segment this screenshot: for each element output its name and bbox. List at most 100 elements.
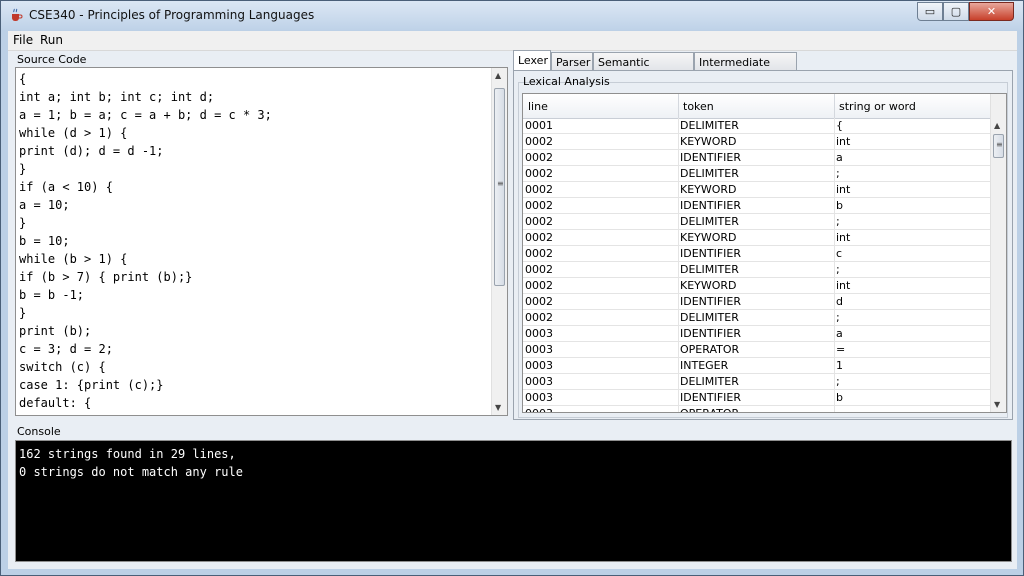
cell-line: 0002	[525, 231, 553, 244]
arrow-down-icon[interactable]: ▼	[495, 403, 501, 412]
table-row[interactable]: 0003 INTEGER 1	[523, 358, 991, 374]
cell-token: OPERATOR	[680, 407, 739, 412]
code-line: print (b);	[19, 324, 92, 338]
close-button[interactable]: ✕	[969, 2, 1014, 21]
console-line: 162 strings found in 29 lines,	[19, 447, 236, 461]
cell-token: DELIMITER	[680, 311, 739, 324]
table-row[interactable]: 0002 KEYWORD int	[523, 230, 991, 246]
table-row[interactable]: 0002 IDENTIFIER a	[523, 150, 991, 166]
console-output[interactable]: 162 strings found in 29 lines, 0 strings …	[15, 440, 1012, 562]
cell-token: KEYWORD	[680, 135, 737, 148]
cell-token: OPERATOR	[680, 343, 740, 356]
table-row[interactable]: 0002 IDENTIFIER b	[523, 198, 991, 214]
client-area: File Run Source Code {int a; int b; int …	[8, 31, 1017, 569]
table-row[interactable]: 0001 DELIMITER {	[523, 118, 991, 134]
table-row[interactable]: 0002 KEYWORD int	[523, 182, 991, 198]
code-line: while (b > 1) {	[19, 252, 128, 266]
menu-bar: File Run	[8, 31, 1017, 51]
cell-line: 0002	[525, 247, 553, 260]
code-line: }	[19, 162, 27, 176]
menu-run[interactable]: Run	[40, 33, 63, 47]
cell-token: IDENTIFIER	[680, 391, 742, 404]
cell-string: int	[836, 279, 851, 292]
source-scrollbar[interactable]: ▲ ≡ ▼	[491, 68, 507, 415]
cell-divider	[678, 134, 679, 150]
cell-token: IDENTIFIER	[680, 199, 742, 212]
table-row[interactable]: 0002 DELIMITER;	[523, 214, 991, 230]
table-row[interactable]: 0003 IDENTIFIER a	[523, 326, 991, 342]
table-row[interactable]: 0002 DELIMITER;	[523, 262, 991, 278]
cell-divider	[834, 358, 835, 374]
cell-string: a	[836, 151, 843, 164]
menu-file[interactable]: File	[13, 33, 33, 47]
cell-divider	[834, 118, 835, 134]
arrow-up-icon[interactable]: ▲	[495, 71, 501, 80]
column-divider[interactable]	[678, 94, 679, 118]
code-line: if (b > 7) { print (b);}	[19, 270, 193, 284]
cell-string: ;	[836, 215, 840, 228]
code-line: a = 1; b = a; c = a + b; d = c * 3;	[19, 108, 272, 122]
cell-string: b	[836, 199, 843, 212]
lexical-analysis-title: Lexical Analysis	[523, 75, 610, 88]
title-bar[interactable]: CSE340 - Principles of Programming Langu…	[1, 1, 1023, 30]
column-header-token[interactable]: token	[683, 100, 714, 113]
cell-divider	[834, 198, 835, 214]
table-row[interactable]: 0003 IDENTIFIER b	[523, 390, 991, 406]
table-row[interactable]: 0002 IDENTIFIER c	[523, 246, 991, 262]
lexer-table[interactable]: line token string or word 0001 DELIMITER {…	[522, 93, 1007, 413]
cell-divider	[678, 198, 679, 214]
code-line: switch (c) {	[19, 360, 106, 374]
cell-string: int	[836, 183, 851, 196]
column-header-string[interactable]: string or word	[839, 100, 916, 113]
cell-token: DELIMITER	[680, 215, 739, 228]
maximize-button[interactable]: ▢	[943, 2, 969, 21]
source-scroll-thumb[interactable]: ≡	[494, 88, 505, 286]
console-text: 162 strings found in 29 lines, 0 strings …	[19, 445, 243, 481]
source-code-text[interactable]: {int a; int b; int c; int d; a = 1; b = a…	[19, 70, 272, 412]
cell-line: 0002	[525, 311, 553, 324]
code-line: default: {	[19, 396, 92, 410]
cell-divider	[834, 278, 835, 294]
cell-token: IDENTIFIER	[680, 247, 742, 260]
table-row[interactable]: 0002 KEYWORD int	[523, 134, 991, 150]
table-row[interactable]: 0003 OPERATOR =	[523, 342, 991, 358]
arrow-down-icon[interactable]: ▼	[994, 400, 1000, 409]
tab-lexer[interactable]: Lexer	[513, 50, 551, 72]
cell-line: 0002	[525, 263, 553, 276]
cell-line: 0002	[525, 167, 553, 180]
code-line: print (d); d = d -1;	[19, 144, 164, 158]
table-row[interactable]: 0003 DELIMITER;	[523, 374, 991, 390]
cell-string: c	[836, 247, 843, 260]
table-row[interactable]: 0002 DELIMITER;	[523, 166, 991, 182]
source-code-editor[interactable]: {int a; int b; int c; int d; a = 1; b = a…	[15, 67, 508, 416]
cell-divider	[834, 326, 835, 342]
lexer-panel: Lexical Analysis line token string or wo…	[513, 70, 1013, 420]
column-divider[interactable]	[834, 94, 835, 118]
tab-parser[interactable]: Parser	[551, 52, 593, 71]
minimize-button[interactable]: ▭	[917, 2, 943, 21]
tab-semantic-analyzer[interactable]: Semantic Analyzer	[593, 52, 694, 82]
cell-line: 0002	[525, 199, 553, 212]
cell-divider	[678, 214, 679, 230]
arrow-up-icon[interactable]: ▲	[994, 121, 1000, 130]
cell-divider	[678, 310, 679, 326]
table-row[interactable]: 0002 IDENTIFIER d	[523, 294, 991, 310]
cell-divider	[834, 166, 835, 182]
java-cup-icon	[12, 8, 23, 21]
cell-divider	[678, 278, 679, 294]
column-header-line[interactable]: line	[528, 100, 548, 113]
table-row[interactable]: 0002 DELIMITER;	[523, 310, 991, 326]
table-scrollbar[interactable]: ▲ ≡ ▼	[990, 94, 1006, 412]
tab-intermediate-code[interactable]: Intermediate Code	[694, 52, 797, 82]
cell-line: 0003	[525, 391, 553, 404]
code-line: while (d > 1) {	[19, 126, 128, 140]
code-line: c = 3; d = 2;	[19, 342, 113, 356]
cell-divider	[834, 230, 835, 246]
table-body: 0001 DELIMITER {0002 KEYWORD int 0002 IDENTIFI…	[523, 118, 991, 412]
table-row[interactable]: 0002 KEYWORD int	[523, 278, 991, 294]
table-scroll-thumb[interactable]: ≡	[993, 134, 1004, 158]
cell-token: INTEGER	[680, 359, 729, 372]
table-row[interactable]: 0003 OPERATOR =	[523, 406, 991, 412]
code-line: b = 10;	[19, 234, 70, 248]
source-code-label: Source Code	[17, 53, 87, 66]
